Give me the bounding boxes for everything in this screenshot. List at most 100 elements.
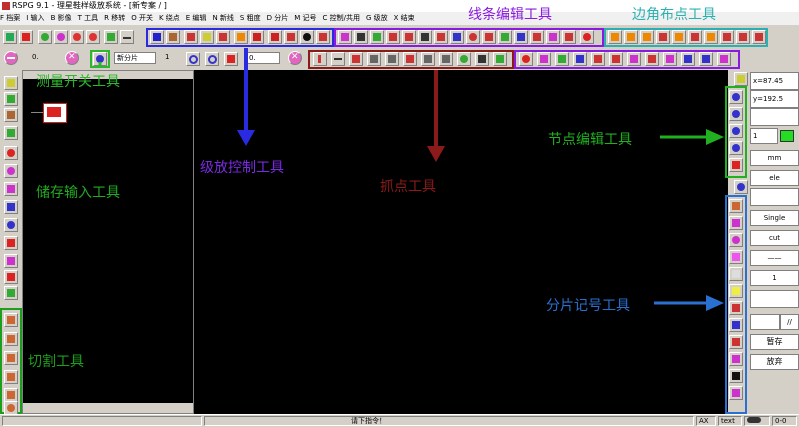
grade-button[interactable] (250, 30, 264, 44)
store-button[interactable] (4, 76, 18, 90)
measure-switch-button[interactable] (93, 52, 107, 66)
mark-button[interactable] (729, 369, 743, 383)
store-button[interactable] (4, 270, 18, 284)
tool-button[interactable] (19, 30, 33, 44)
snap-button[interactable] (457, 52, 471, 66)
tool-button[interactable] (54, 30, 68, 44)
line-edit-button[interactable] (338, 30, 352, 44)
tool-button[interactable] (3, 30, 17, 44)
snap-button[interactable] (331, 52, 345, 66)
count-field[interactable]: 1 (750, 270, 799, 286)
snap-button[interactable] (313, 52, 327, 66)
slash-field[interactable]: // (780, 314, 799, 330)
menu-switch[interactable]: O 开关 (131, 14, 153, 22)
node-button[interactable] (729, 90, 743, 104)
cut-button[interactable] (4, 313, 18, 327)
single-mode[interactable]: Single (750, 210, 799, 226)
menu-mark[interactable]: M 记号 (294, 14, 316, 22)
corner-button[interactable] (608, 30, 622, 44)
store-button[interactable] (4, 200, 18, 214)
line-tool-button[interactable] (681, 52, 695, 66)
grade-button[interactable] (316, 30, 330, 44)
grade-button[interactable] (200, 30, 214, 44)
store-button[interactable] (4, 146, 18, 160)
drawing-canvas[interactable] (194, 70, 728, 414)
menu-file[interactable]: F 档案 (0, 14, 20, 22)
layer-field[interactable]: 1 (750, 128, 778, 144)
line-edit-button[interactable] (434, 30, 448, 44)
line-style[interactable]: —— (750, 250, 799, 266)
line-edit-button[interactable] (530, 30, 544, 44)
store-button[interactable] (4, 108, 18, 122)
menu-thickness[interactable]: S 粗度 (240, 14, 261, 22)
line-tool-button[interactable] (573, 52, 587, 66)
dock-scrollbar[interactable] (23, 403, 193, 413)
mark-button[interactable] (729, 352, 743, 366)
snap-button[interactable] (475, 52, 489, 66)
snap-button[interactable] (403, 52, 417, 66)
grade-button[interactable] (166, 30, 180, 44)
tool-button[interactable] (86, 30, 100, 44)
corner-button[interactable] (624, 30, 638, 44)
grade-button[interactable] (268, 30, 282, 44)
snap-button[interactable] (421, 52, 435, 66)
measure-close-button[interactable]: ✕ (65, 51, 79, 65)
measure-off-button[interactable] (4, 51, 18, 65)
line-edit-button[interactable] (562, 30, 576, 44)
line-tool-button[interactable] (663, 52, 677, 66)
corner-button[interactable] (656, 30, 670, 44)
node-button[interactable] (729, 124, 743, 138)
corner-button[interactable] (688, 30, 702, 44)
corner-button[interactable] (736, 30, 750, 44)
ele-field[interactable]: ele (750, 170, 799, 186)
rotate-ccw-button[interactable] (186, 52, 200, 66)
line-edit-button[interactable] (580, 30, 594, 44)
store-button[interactable] (4, 126, 18, 140)
line-edit-button[interactable] (498, 30, 512, 44)
menu-transfer[interactable]: R 移转 (104, 14, 125, 22)
node-button[interactable] (734, 72, 748, 86)
rotate-cw-button[interactable] (205, 52, 219, 66)
menu-image[interactable]: B 影像 (51, 14, 72, 22)
line-edit-button[interactable] (418, 30, 432, 44)
corner-button[interactable] (720, 30, 734, 44)
tool-button[interactable] (38, 30, 52, 44)
menu-piece[interactable]: D 分片 (267, 14, 289, 22)
menu-new-line[interactable]: N 新线 (212, 14, 233, 22)
line-edit-button[interactable] (370, 30, 384, 44)
cut-button[interactable] (4, 351, 18, 365)
mark-button[interactable] (729, 335, 743, 349)
cut-field[interactable]: cut (750, 230, 799, 246)
node-button[interactable] (734, 180, 748, 194)
store-button[interactable] (4, 286, 18, 300)
store-button[interactable] (4, 254, 18, 268)
mark-button[interactable] (729, 301, 743, 315)
grade-button[interactable] (300, 30, 314, 44)
line-tool-button[interactable] (519, 52, 533, 66)
menu-control[interactable]: C 控制/共用 (322, 14, 359, 22)
node-button[interactable] (729, 141, 743, 155)
line-edit-button[interactable] (402, 30, 416, 44)
node-button[interactable] (729, 107, 743, 121)
cut-button[interactable] (4, 332, 18, 346)
snap-button[interactable] (385, 52, 399, 66)
unit-field[interactable]: mm (750, 150, 799, 166)
snap-button[interactable] (439, 52, 453, 66)
line-tool-button[interactable] (555, 52, 569, 66)
pen-button[interactable] (224, 52, 238, 66)
store-button[interactable] (4, 236, 18, 250)
menu-tools[interactable]: T 工具 (78, 14, 99, 22)
tool-button[interactable] (104, 30, 118, 44)
mark-button[interactable] (729, 318, 743, 332)
line-tool-button[interactable] (717, 52, 731, 66)
cut-button[interactable] (4, 388, 18, 402)
grade-button[interactable] (150, 30, 164, 44)
discard-button[interactable]: 放弃 (750, 354, 799, 370)
line-tool-button[interactable] (627, 52, 641, 66)
mark-button[interactable] (729, 216, 743, 230)
menu-edit[interactable]: E 编辑 (186, 14, 207, 22)
grade-button[interactable] (216, 30, 230, 44)
line-tool-button[interactable] (537, 52, 551, 66)
line-edit-button[interactable] (546, 30, 560, 44)
color-swatch[interactable] (780, 130, 794, 142)
